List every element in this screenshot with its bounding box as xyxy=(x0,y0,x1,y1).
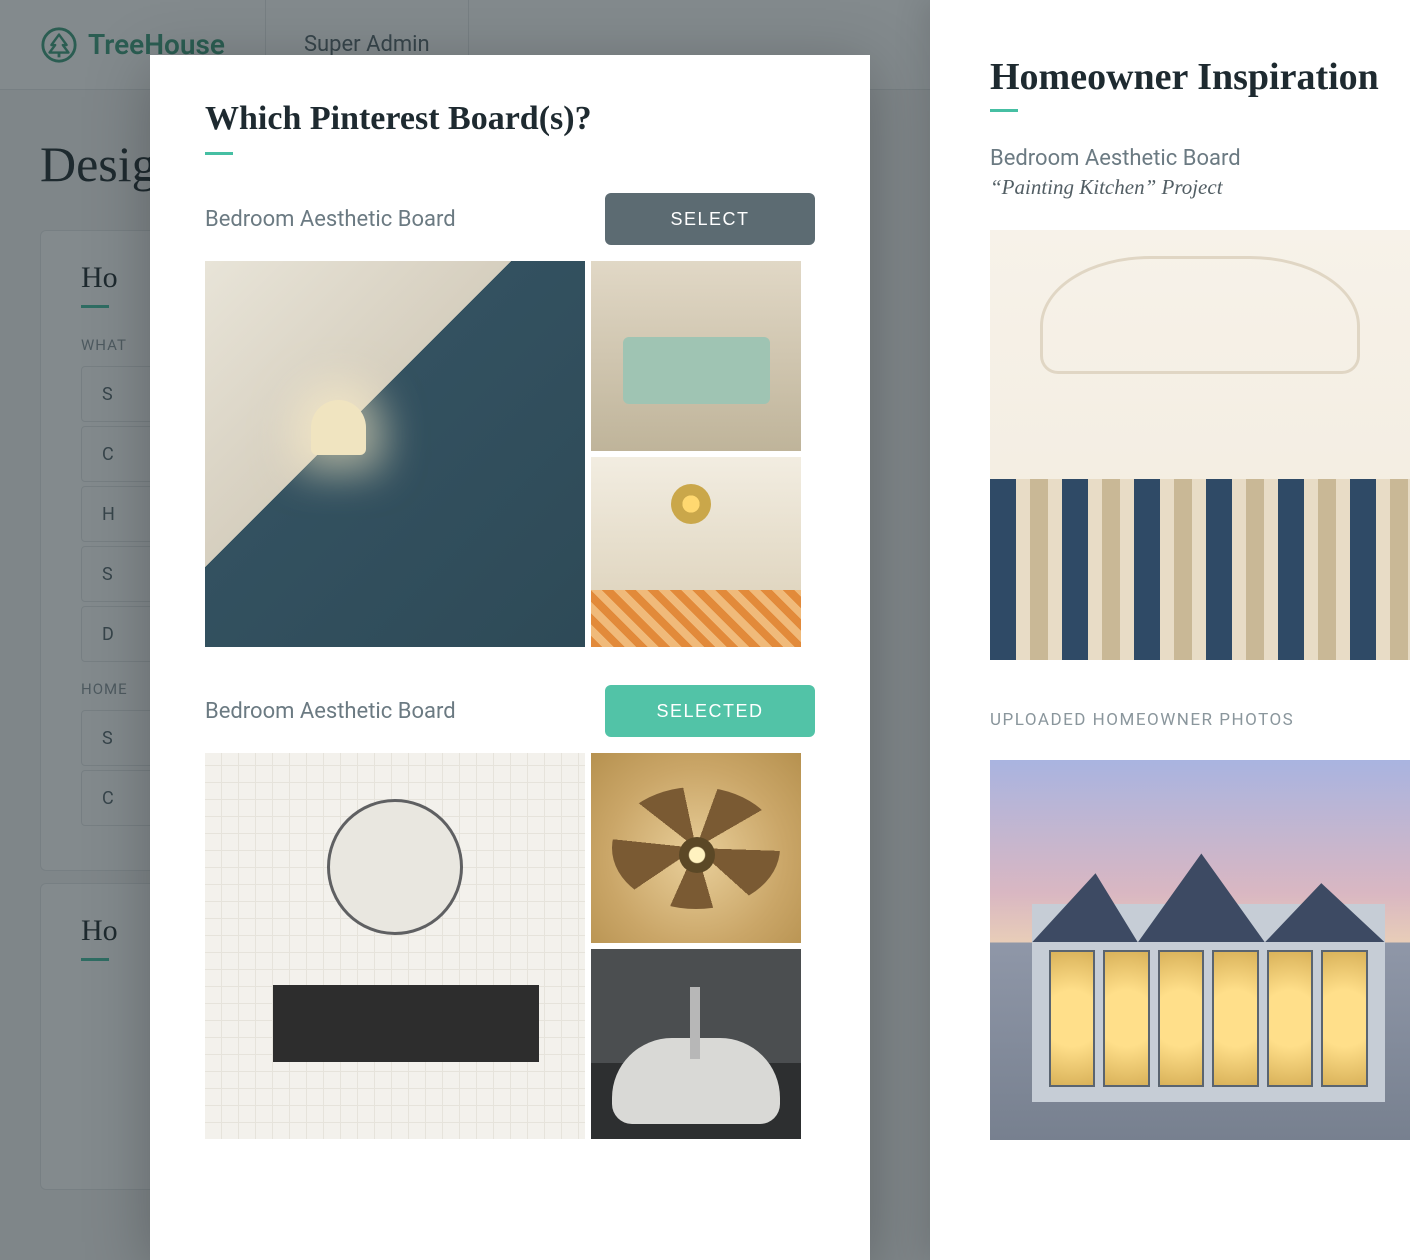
board-image-main[interactable] xyxy=(205,261,585,647)
selected-button[interactable]: SELECTED xyxy=(605,685,815,737)
board-name: Bedroom Aesthetic Board xyxy=(205,207,456,232)
select-button[interactable]: SELECT xyxy=(605,193,815,245)
board-image-thumb[interactable] xyxy=(591,261,801,451)
inspiration-gallery xyxy=(990,230,1410,660)
board-gallery xyxy=(205,261,815,647)
modal-title: Which Pinterest Board(s)? xyxy=(205,100,815,138)
homeowner-photo-main[interactable] xyxy=(990,760,1410,1140)
board-image-thumb[interactable] xyxy=(591,457,801,647)
board-image-thumb[interactable] xyxy=(591,949,801,1139)
board-header-row: Bedroom Aesthetic Board SELECTED xyxy=(205,685,815,737)
accent-underline xyxy=(990,109,1018,112)
panel-title: Homeowner Inspiration xyxy=(990,55,1410,99)
fade xyxy=(150,1230,870,1260)
pinterest-board-modal: Which Pinterest Board(s)? Bedroom Aesthe… xyxy=(150,55,870,1260)
board-gallery xyxy=(205,753,815,1139)
board-header-row: Bedroom Aesthetic Board SELECT xyxy=(205,193,815,245)
inspiration-panel: Homeowner Inspiration Bedroom Aesthetic … xyxy=(930,0,1410,1260)
panel-project-name: “Painting Kitchen” Project xyxy=(990,175,1410,200)
homeowner-photos-row xyxy=(990,760,1410,1140)
uploaded-photos-label: UPLOADED HOMEOWNER PHOTOS xyxy=(990,710,1410,730)
board-image-main[interactable] xyxy=(205,753,585,1139)
board-name: Bedroom Aesthetic Board xyxy=(205,699,456,724)
fade xyxy=(930,1230,1410,1260)
board-image-thumb[interactable] xyxy=(591,753,801,943)
inspiration-image-main[interactable] xyxy=(990,230,1410,660)
panel-board-name: Bedroom Aesthetic Board xyxy=(990,146,1410,171)
accent-underline xyxy=(205,152,233,155)
